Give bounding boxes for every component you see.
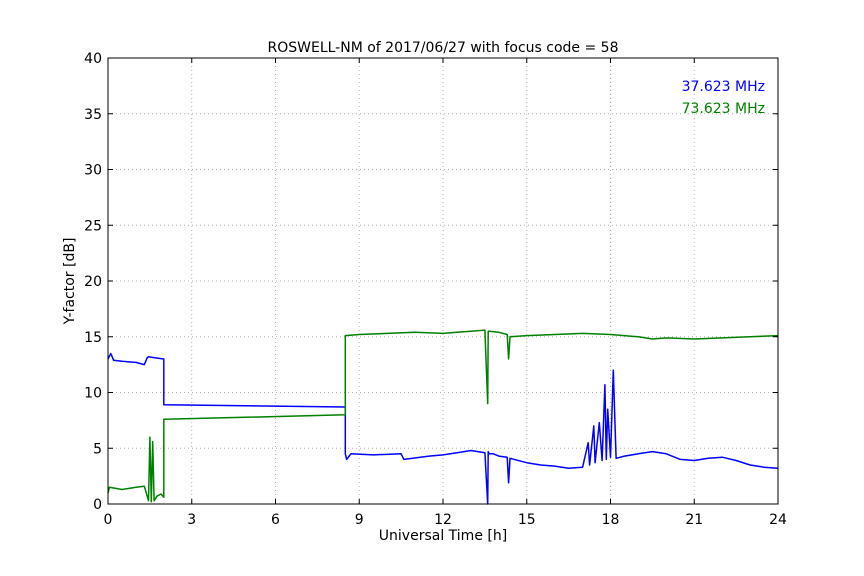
y-tick-label: 5 xyxy=(93,441,102,457)
x-tick-label: 24 xyxy=(769,512,787,528)
x-tick-label: 3 xyxy=(187,512,196,528)
line-chart: 0 3 6 9 12 15 18 21 24 0 5 10 15 20 25 30 35 40 ROSWELL-N… xyxy=(0,0,864,576)
y-tick-label: 0 xyxy=(93,497,102,513)
legend-entry-2: 73.623 MHz xyxy=(682,101,765,117)
legend-entry-1: 37.623 MHz xyxy=(682,79,765,95)
y-tick-label: 35 xyxy=(84,107,102,123)
chart-title: ROSWELL-NM of 2017/06/27 with focus code… xyxy=(268,40,619,56)
x-tick-label: 18 xyxy=(602,512,620,528)
x-tick-label: 21 xyxy=(685,512,703,528)
y-tick-label: 10 xyxy=(84,386,102,402)
x-tick-label: 15 xyxy=(518,512,536,528)
x-tick-label: 9 xyxy=(355,512,364,528)
y-tick-label: 25 xyxy=(84,218,102,234)
y-tick-label: 40 xyxy=(84,51,102,67)
y-tick-label: 20 xyxy=(84,274,102,290)
y-axis-label: Y-factor [dB] xyxy=(62,238,78,326)
x-tick-label: 6 xyxy=(271,512,280,528)
x-axis-label: Universal Time [h] xyxy=(379,528,507,544)
y-tick-label: 15 xyxy=(84,330,102,346)
x-tick-label: 0 xyxy=(104,512,113,528)
x-tick-label: 12 xyxy=(434,512,452,528)
y-tick-label: 30 xyxy=(84,163,102,179)
